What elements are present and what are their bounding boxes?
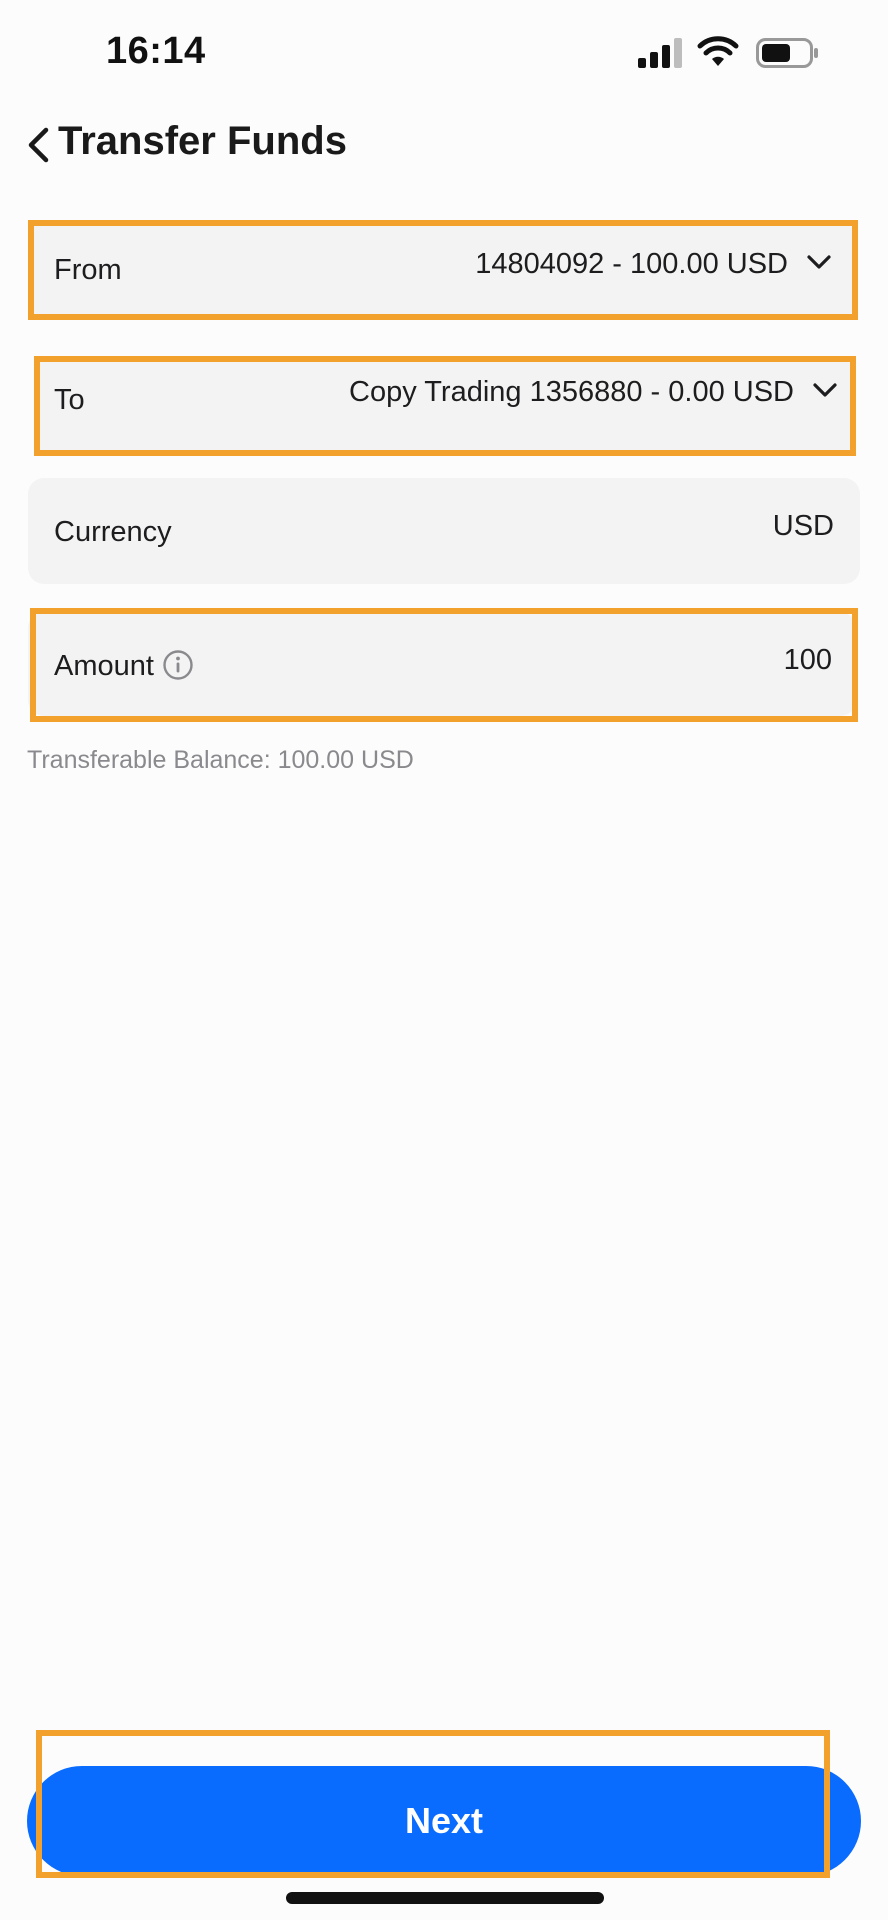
next-button[interactable]: Next — [27, 1766, 861, 1876]
status-bar: 16:14 — [0, 0, 888, 110]
currency-value: USD — [772, 510, 834, 542]
status-time: 16:14 — [106, 30, 206, 72]
next-button-label: Next — [404, 1800, 484, 1841]
transferable-balance: Transferable Balance: 100.00 USD — [27, 746, 414, 774]
amount-label-text: Amount — [54, 650, 154, 682]
to-value-text: Copy Trading 1356880 - 0.00 USD — [349, 376, 794, 408]
amount-label: Amount — [54, 650, 194, 683]
info-icon[interactable] — [162, 649, 194, 681]
chevron-left-icon — [28, 127, 49, 163]
battery-icon — [756, 38, 818, 68]
currency-row: Currency USD — [28, 478, 860, 584]
from-value: 14804092 - 100.00 USD — [475, 248, 832, 281]
home-indicator — [286, 1892, 604, 1904]
to-account-select[interactable]: To Copy Trading 1356880 - 0.00 USD — [36, 356, 854, 456]
to-label: To — [54, 384, 85, 416]
chevron-down-icon — [807, 255, 831, 269]
currency-label: Currency — [54, 516, 172, 548]
from-value-text: 14804092 - 100.00 USD — [475, 248, 788, 280]
header: Transfer Funds — [0, 110, 888, 180]
chevron-down-icon — [813, 383, 837, 397]
from-label: From — [54, 254, 122, 286]
wifi-icon — [697, 36, 739, 66]
back-button[interactable] — [18, 122, 58, 168]
amount-field[interactable]: Amount 100 — [28, 612, 856, 716]
signal-icon — [638, 38, 682, 68]
to-value: Copy Trading 1356880 - 0.00 USD — [349, 376, 838, 409]
amount-value[interactable]: 100 — [784, 644, 832, 677]
page-title: Transfer Funds — [58, 119, 347, 163]
from-account-select[interactable]: From 14804092 - 100.00 USD — [28, 222, 856, 318]
